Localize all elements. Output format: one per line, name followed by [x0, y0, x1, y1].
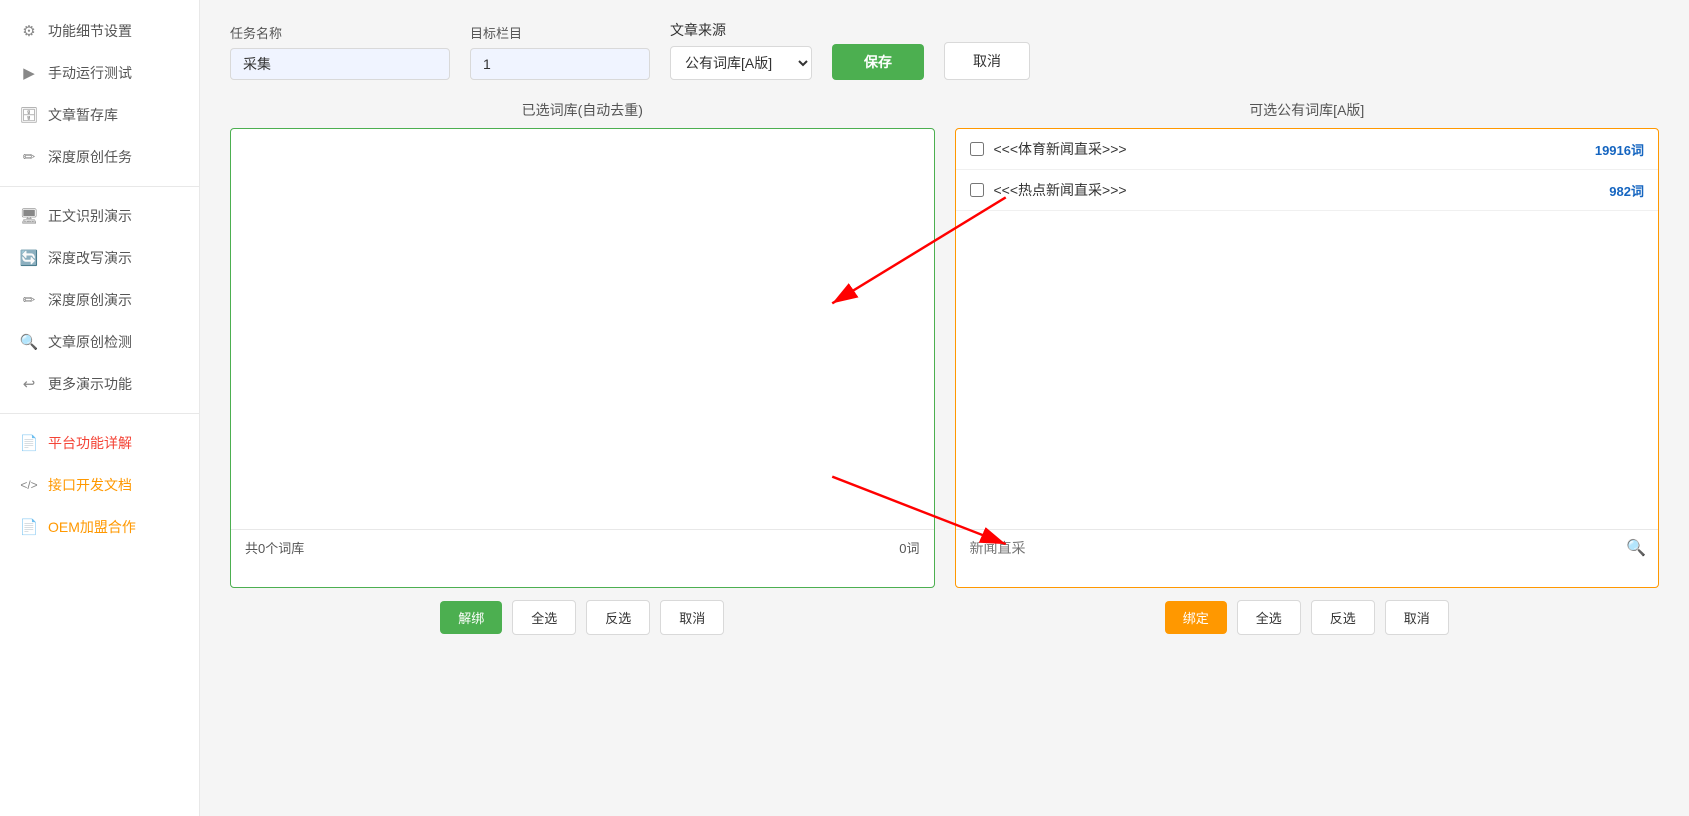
- sidebar-item-deep-original-demo[interactable]: ✏ 深度原创演示: [0, 279, 199, 321]
- left-cancel-button[interactable]: 取消: [660, 600, 724, 635]
- doc2-icon: 📄: [20, 518, 38, 536]
- sidebar-item-feature-settings[interactable]: ⚙ 功能细节设置: [0, 10, 199, 52]
- left-action-row: 解绑 全选 反选 取消: [230, 600, 935, 635]
- search-button[interactable]: 🔍: [1614, 530, 1658, 566]
- database-icon: 🗄: [20, 106, 38, 124]
- doc-icon: 📄: [20, 434, 38, 452]
- word-label-2: <<<热点新闻直采>>>: [994, 180, 1600, 200]
- word-count-2: 982词: [1609, 181, 1644, 200]
- edit2-icon: ✏: [20, 291, 38, 309]
- sidebar-item-deep-rewrite[interactable]: 🔄 深度改写演示: [0, 237, 199, 279]
- bind-button[interactable]: 绑定: [1165, 601, 1227, 634]
- right-select-all-button[interactable]: 全选: [1237, 600, 1301, 635]
- sidebar-item-manual-run[interactable]: ▶ 手动运行测试: [0, 52, 199, 94]
- monitor-icon: 🖥: [20, 207, 38, 225]
- gear-icon: ⚙: [20, 22, 38, 40]
- word-item-2: <<<热点新闻直采>>> 982词: [956, 170, 1659, 211]
- source-label: 文章来源: [670, 20, 812, 40]
- source-group: 文章来源 公有词库[A版] 私有词库 其他: [670, 20, 812, 80]
- search-footer: 🔍: [956, 529, 1659, 566]
- word-count-1: 19916词: [1595, 140, 1644, 159]
- save-button[interactable]: 保存: [832, 44, 924, 80]
- word-label-1: <<<体育新闻直采>>>: [994, 139, 1585, 159]
- source-select-wrap: 公有词库[A版] 私有词库 其他: [670, 46, 812, 80]
- target-input[interactable]: [470, 48, 650, 80]
- task-name-label: 任务名称: [230, 23, 450, 42]
- code-icon: </>: [20, 476, 38, 494]
- cancel-top-button[interactable]: 取消: [944, 42, 1030, 80]
- right-panel-title: 可选公有词库[A版]: [955, 100, 1660, 120]
- sidebar-item-text-recognize[interactable]: 🖥 正文识别演示: [0, 195, 199, 237]
- word-item-1: <<<体育新闻直采>>> 19916词: [956, 129, 1659, 170]
- panels-wrapper: 已选词库(自动去重) 共0个词库 0词 解绑 全选 反选 取消: [230, 100, 1659, 635]
- left-panel-box: 共0个词库 0词: [230, 128, 935, 588]
- search-icon: 🔍: [20, 333, 38, 351]
- sidebar: ⚙ 功能细节设置 ▶ 手动运行测试 🗄 文章暂存库 ✏ 深度原创任务 🖥 正文识…: [0, 0, 200, 816]
- left-invert-button[interactable]: 反选: [586, 600, 650, 635]
- right-cancel-button[interactable]: 取消: [1385, 600, 1449, 635]
- task-name-input[interactable]: [230, 48, 450, 80]
- left-panel-title: 已选词库(自动去重): [230, 100, 935, 120]
- left-panel-footer: 共0个词库 0词: [231, 529, 934, 565]
- unbind-button[interactable]: 解绑: [440, 601, 502, 634]
- sidebar-item-oem-coop[interactable]: 📄 OEM加盟合作: [0, 506, 199, 548]
- right-action-row: 绑定 全选 反选 取消: [955, 600, 1660, 635]
- play-icon: ▶: [20, 64, 38, 82]
- target-group: 目标栏目: [470, 23, 650, 80]
- left-select-all-button[interactable]: 全选: [512, 600, 576, 635]
- source-select[interactable]: 公有词库[A版] 私有词库 其他: [671, 47, 811, 79]
- word-checkbox-1[interactable]: [970, 142, 984, 156]
- sidebar-item-deep-original[interactable]: ✏ 深度原创任务: [0, 136, 199, 178]
- sidebar-item-article-draft[interactable]: 🗄 文章暂存库: [0, 94, 199, 136]
- more-icon: ↩: [20, 375, 38, 393]
- edit-icon: ✏: [20, 148, 38, 166]
- panels: 已选词库(自动去重) 共0个词库 0词 解绑 全选 反选 取消: [230, 100, 1659, 635]
- search-input[interactable]: [956, 532, 1615, 564]
- refresh-icon: 🔄: [20, 249, 38, 267]
- right-invert-button[interactable]: 反选: [1311, 600, 1375, 635]
- right-panel-content: <<<体育新闻直采>>> 19916词 <<<热点新闻直采>>> 982词: [956, 129, 1659, 529]
- sidebar-item-platform-detail[interactable]: 📄 平台功能详解: [0, 422, 199, 464]
- sidebar-item-more-demo[interactable]: ↩ 更多演示功能: [0, 363, 199, 405]
- sidebar-item-api-docs[interactable]: </> 接口开发文档: [0, 464, 199, 506]
- sidebar-item-article-check[interactable]: 🔍 文章原创检测: [0, 321, 199, 363]
- form-row: 任务名称 目标栏目 文章来源 公有词库[A版] 私有词库 其他 保存 取消: [230, 20, 1659, 80]
- divider-1: [0, 186, 199, 187]
- left-panel-count: 共0个词库: [245, 538, 304, 557]
- main-content: 任务名称 目标栏目 文章来源 公有词库[A版] 私有词库 其他 保存 取消 已选…: [200, 0, 1689, 816]
- word-checkbox-2[interactable]: [970, 183, 984, 197]
- left-panel-words: 0词: [899, 538, 919, 557]
- right-panel: 可选公有词库[A版] <<<体育新闻直采>>> 19916词 <<<热点新闻直采…: [955, 100, 1660, 635]
- divider-2: [0, 413, 199, 414]
- left-panel: 已选词库(自动去重) 共0个词库 0词 解绑 全选 反选 取消: [230, 100, 935, 635]
- left-panel-content: [231, 129, 934, 529]
- right-panel-box: <<<体育新闻直采>>> 19916词 <<<热点新闻直采>>> 982词 🔍: [955, 128, 1660, 588]
- task-name-group: 任务名称: [230, 23, 450, 80]
- target-label: 目标栏目: [470, 23, 650, 42]
